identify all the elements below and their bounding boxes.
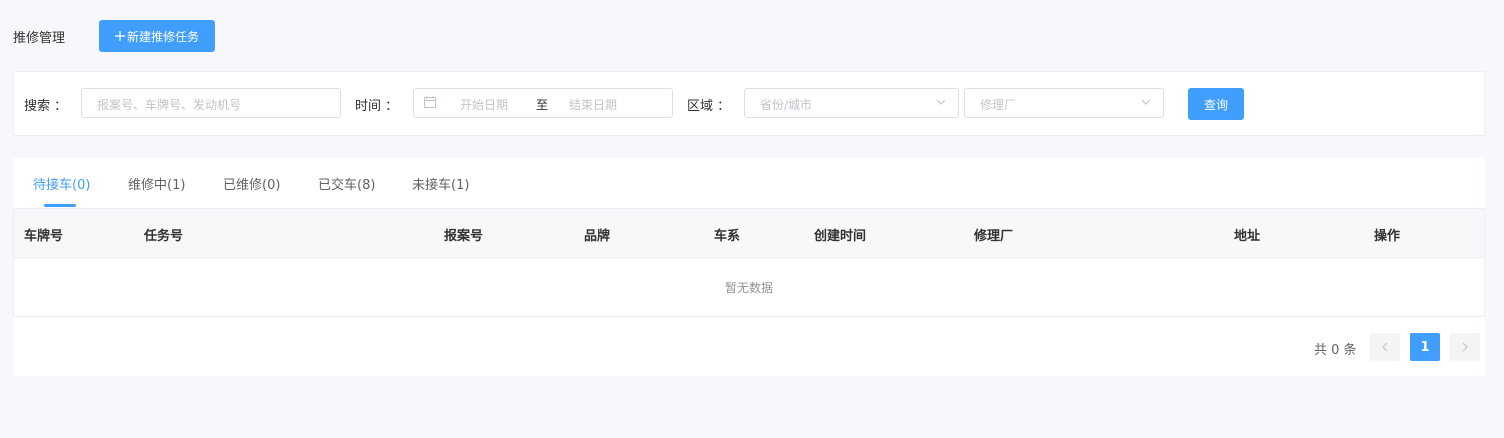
province-city-placeholder: 省份/城市	[760, 98, 813, 112]
start-date-placeholder: 开始日期	[460, 98, 509, 112]
column-created-time: 创建时间	[814, 229, 867, 244]
range-separator: 至	[536, 98, 549, 112]
pagination-total: 共 0 条	[1314, 343, 1357, 358]
tab-repaired[interactable]: 已维修(0)	[223, 174, 280, 193]
empty-state-text: 暂无数据	[724, 281, 773, 295]
tasks-table: 车牌号 任务号 报案号 品牌 车系 创建时间 修理厂 地址 操作 暂无数据	[13, 208, 1485, 317]
chevron-down-icon	[936, 99, 946, 105]
search-panel: 搜索 ： 报案号、车牌号、发动机号 时间 ： 开始日期 至 结束日期 区域 ： …	[13, 71, 1485, 136]
column-plate-number: 车牌号	[24, 229, 64, 244]
plus-icon	[114, 31, 125, 41]
next-page-button[interactable]	[1450, 333, 1480, 361]
column-claim-number: 报案号	[444, 229, 484, 244]
new-repair-task-button[interactable]: 新建推修任务	[99, 20, 215, 52]
repair-factory-placeholder: 修理厂	[980, 98, 1017, 112]
page-number-button[interactable]: 1	[1410, 333, 1440, 361]
column-address: 地址	[1234, 229, 1261, 244]
search-placeholder: 报案号、车牌号、发动机号	[97, 98, 242, 112]
column-task-number: 任务号	[144, 229, 184, 244]
search-label: 搜索 ：	[24, 99, 68, 114]
main-panel: 待接车(0) 维修中(1) 已维修(0) 已交车(8) 未接车(1) 车牌号 任…	[13, 158, 1485, 376]
query-button[interactable]: 查询	[1188, 88, 1244, 120]
column-repair-factory: 修理厂	[974, 229, 1014, 244]
column-actions: 操作	[1374, 229, 1401, 244]
column-brand: 品牌	[584, 229, 611, 244]
top-bar: 推修管理 新建推修任务	[13, 20, 1493, 52]
region-label: 区域 ：	[687, 99, 731, 114]
page-title: 推修管理	[13, 31, 66, 46]
new-repair-task-label: 新建推修任务	[126, 29, 199, 44]
end-date-placeholder: 结束日期	[569, 98, 618, 112]
active-tab-indicator	[44, 204, 76, 207]
status-tabs: 待接车(0) 维修中(1) 已维修(0) 已交车(8) 未接车(1)	[13, 158, 1485, 209]
province-city-select[interactable]: 省份/城市	[744, 88, 959, 118]
calendar-icon	[424, 96, 436, 108]
table-header: 车牌号 任务号 报案号 品牌 车系 创建时间 修理厂 地址 操作	[14, 209, 1484, 258]
prev-page-button[interactable]	[1370, 333, 1400, 361]
tab-delivered[interactable]: 已交车(8)	[318, 174, 375, 193]
time-label: 时间 ：	[355, 99, 399, 114]
repair-factory-select[interactable]: 修理厂	[964, 88, 1164, 118]
tab-pending-pickup[interactable]: 待接车(0)	[33, 174, 90, 193]
chevron-left-icon	[1382, 342, 1388, 352]
date-range-picker[interactable]: 开始日期 至 结束日期	[413, 88, 673, 118]
tab-not-picked-up[interactable]: 未接车(1)	[412, 174, 469, 193]
tab-in-repair[interactable]: 维修中(1)	[128, 174, 185, 193]
chevron-down-icon	[1141, 99, 1151, 105]
chevron-right-icon	[1462, 342, 1468, 352]
column-series: 车系	[714, 229, 741, 244]
search-input[interactable]: 报案号、车牌号、发动机号	[81, 88, 341, 118]
